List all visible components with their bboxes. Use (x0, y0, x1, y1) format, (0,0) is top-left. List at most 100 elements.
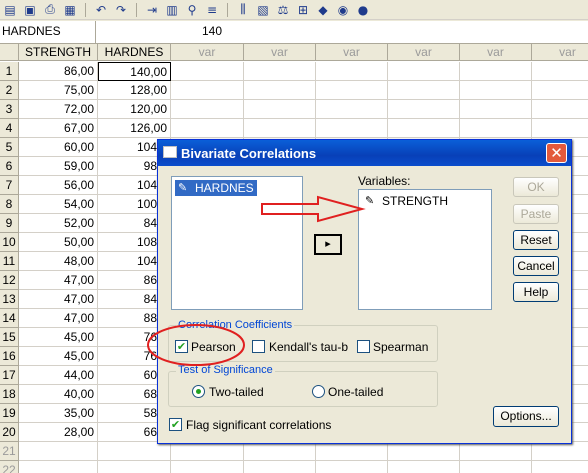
empty-cell[interactable] (316, 100, 388, 119)
row-number[interactable]: 5 (0, 138, 19, 157)
row-number[interactable]: 18 (0, 385, 19, 404)
grid-corner[interactable] (0, 44, 19, 61)
empty-cell[interactable] (244, 119, 316, 138)
row-number[interactable]: 21 (0, 442, 19, 461)
cell-value-field[interactable]: 140 (200, 21, 224, 43)
find-icon[interactable]: ⚲ (184, 3, 200, 17)
empty-cell[interactable] (460, 62, 532, 81)
weight-cases-icon[interactable]: ⚖ (275, 3, 291, 17)
empty-cell[interactable] (388, 461, 460, 473)
cell-strength[interactable]: 50,00 (19, 233, 98, 252)
empty-cell[interactable] (244, 62, 316, 81)
empty-cell[interactable] (244, 442, 316, 461)
empty-cell[interactable] (460, 461, 532, 473)
row-number[interactable]: 10 (0, 233, 19, 252)
options-button[interactable]: Options... (493, 406, 559, 427)
cell-hardnes[interactable] (98, 442, 171, 461)
column-header-hardnes[interactable]: HARDNES (98, 44, 171, 61)
row-number[interactable]: 20 (0, 423, 19, 442)
cell-hardnes[interactable]: 140,00 (98, 62, 171, 81)
empty-cell[interactable] (244, 81, 316, 100)
cell-strength[interactable]: 48,00 (19, 252, 98, 271)
empty-cell[interactable] (388, 442, 460, 461)
cell-strength[interactable]: 47,00 (19, 309, 98, 328)
insert-variable-icon[interactable]: ⫼ (235, 2, 251, 17)
row-number[interactable]: 22 (0, 461, 19, 473)
cell-strength[interactable]: 52,00 (19, 214, 98, 233)
empty-cell[interactable] (171, 81, 244, 100)
row-number[interactable]: 13 (0, 290, 19, 309)
cell-strength[interactable]: 35,00 (19, 404, 98, 423)
close-button[interactable]: ✕ (546, 143, 567, 163)
empty-cell[interactable] (171, 62, 244, 81)
cell-strength[interactable]: 86,00 (19, 62, 98, 81)
empty-cell[interactable] (388, 62, 460, 81)
dialog-recall-icon[interactable]: ▦ (62, 3, 78, 17)
cell-strength[interactable]: 60,00 (19, 138, 98, 157)
empty-cell[interactable] (532, 62, 588, 81)
flag-significant-checkbox[interactable]: ✔ (169, 418, 182, 431)
row-number[interactable]: 9 (0, 214, 19, 233)
save-icon[interactable]: ▣ (22, 3, 38, 17)
split-file-icon[interactable]: ▧ (255, 3, 271, 17)
cell-strength[interactable]: 67,00 (19, 119, 98, 138)
cell-strength[interactable]: 40,00 (19, 385, 98, 404)
cell-hardnes[interactable]: 128,00 (98, 81, 171, 100)
dialog-titlebar[interactable]: Bivariate Correlations ✕ (158, 140, 571, 166)
cell-strength[interactable]: 45,00 (19, 328, 98, 347)
row-number[interactable]: 12 (0, 271, 19, 290)
empty-cell[interactable] (244, 100, 316, 119)
insert-cases-icon[interactable]: ≡ (204, 3, 220, 17)
kendall-checkbox[interactable] (252, 340, 265, 353)
cell-hardnes[interactable]: 126,00 (98, 119, 171, 138)
row-number[interactable]: 2 (0, 81, 19, 100)
empty-cell[interactable] (532, 442, 588, 461)
row-number[interactable]: 15 (0, 328, 19, 347)
cell-hardnes[interactable]: 120,00 (98, 100, 171, 119)
row-number[interactable]: 1 (0, 62, 19, 81)
undo-icon[interactable]: ↶ (93, 3, 109, 17)
empty-column-header[interactable]: var (316, 44, 388, 61)
goto-case-icon[interactable]: ⇥ (144, 3, 160, 17)
print-icon[interactable]: ⎙ (42, 2, 58, 17)
empty-cell[interactable] (388, 100, 460, 119)
show-all-icon[interactable]: ● (355, 3, 371, 17)
variables-icon[interactable]: ▥ (164, 3, 180, 17)
target-variable-list[interactable]: ✎ STRENGTH (358, 189, 492, 310)
cell-strength[interactable]: 44,00 (19, 366, 98, 385)
empty-cell[interactable] (460, 81, 532, 100)
cell-strength[interactable]: 28,00 (19, 423, 98, 442)
empty-cell[interactable] (460, 100, 532, 119)
row-number[interactable]: 8 (0, 195, 19, 214)
open-icon[interactable]: ▤ (2, 3, 18, 17)
help-button[interactable]: Help (513, 282, 559, 302)
one-tailed-radio[interactable] (312, 385, 325, 398)
row-number[interactable]: 14 (0, 309, 19, 328)
two-tailed-radio[interactable] (192, 385, 205, 398)
redo-icon[interactable]: ↷ (113, 3, 129, 17)
row-number[interactable]: 7 (0, 176, 19, 195)
move-variable-button[interactable]: ▸ (314, 234, 342, 255)
empty-cell[interactable] (171, 442, 244, 461)
select-cases-icon[interactable]: ⊞ (295, 3, 311, 17)
use-sets-icon[interactable]: ◉ (335, 3, 351, 17)
empty-column-header[interactable]: var (244, 44, 316, 61)
cell-strength[interactable]: 56,00 (19, 176, 98, 195)
empty-cell[interactable] (316, 81, 388, 100)
empty-cell[interactable] (171, 461, 244, 473)
value-labels-icon[interactable]: ◆ (315, 3, 331, 17)
empty-cell[interactable] (316, 119, 388, 138)
empty-cell[interactable] (171, 100, 244, 119)
empty-cell[interactable] (532, 100, 588, 119)
empty-cell[interactable] (532, 81, 588, 100)
cell-strength[interactable] (19, 442, 98, 461)
ok-button[interactable]: OK (513, 177, 559, 197)
row-number[interactable]: 4 (0, 119, 19, 138)
empty-column-header[interactable]: var (460, 44, 532, 61)
cancel-button[interactable]: Cancel (513, 256, 559, 276)
source-variable-item[interactable]: ✎ HARDNES (175, 180, 257, 196)
row-number[interactable]: 19 (0, 404, 19, 423)
row-number[interactable]: 16 (0, 347, 19, 366)
empty-cell[interactable] (532, 461, 588, 473)
empty-cell[interactable] (532, 119, 588, 138)
